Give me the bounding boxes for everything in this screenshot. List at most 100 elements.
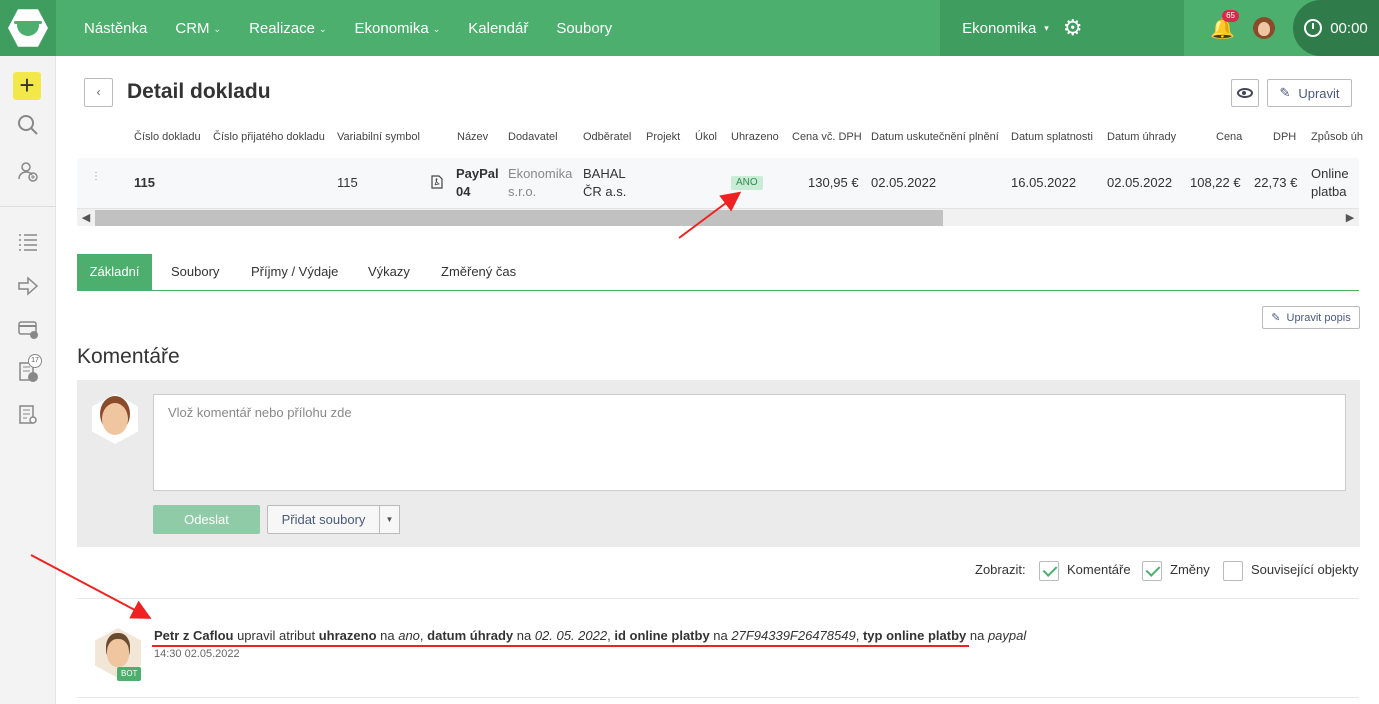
column-header[interactable]: Cena <box>1216 131 1242 143</box>
pencil-icon: ✎ <box>1271 312 1281 324</box>
column-header[interactable]: Projekt <box>646 131 680 143</box>
chevron-down-icon: ⌄ <box>432 23 441 34</box>
nav-item-nastenka[interactable]: Nástěnka <box>70 20 161 37</box>
cell-datum-splatnosti: 16.05.2022 <box>1011 175 1077 190</box>
pdf-icon[interactable] <box>431 175 443 192</box>
sidebar-count-badge: 17 <box>28 354 42 368</box>
comments-title: Komentáře <box>77 345 180 368</box>
column-header[interactable]: Odběratel <box>583 131 631 143</box>
column-header[interactable]: Datum úhrady <box>1107 131 1176 143</box>
column-header[interactable]: Cena vč. DPH <box>792 131 862 143</box>
column-header[interactable]: Variabilní symbol <box>337 131 420 143</box>
page-title: Detail dokladu <box>127 80 271 103</box>
tab-soubory[interactable]: Soubory <box>157 254 233 290</box>
cell-cena: 108,22 € <box>1190 175 1241 190</box>
comment-input[interactable]: Vlož komentář nebo přílohu zde <box>153 394 1346 491</box>
nav-item-kalendar[interactable]: Kalendář <box>454 20 542 37</box>
cell-odberatel-line1[interactable]: BAHAL <box>583 166 626 181</box>
column-header[interactable]: Datum uskutečnění plnění <box>871 131 999 143</box>
nav-item-ekonomika[interactable]: Ekonomika ⌄ <box>341 20 455 37</box>
tab-vykazy[interactable]: Výkazy <box>354 254 424 290</box>
user-avatar[interactable] <box>1253 17 1275 39</box>
add-files-dropdown-icon[interactable]: ▼ <box>379 505 400 534</box>
add-icon[interactable]: + <box>13 72 41 100</box>
pencil-icon: ✎ <box>1279 85 1291 100</box>
bot-badge: BOT <box>117 667 142 681</box>
task-list-icon[interactable] <box>16 231 40 255</box>
paid-status-badge: ANO <box>731 176 763 190</box>
cell-nazev-line1[interactable]: PayPal <box>456 166 499 181</box>
cell-nazev-line2[interactable]: 04 <box>456 184 470 199</box>
filter-label: Zobrazit: <box>975 562 1026 577</box>
row-menu-icon[interactable]: ⋮ <box>91 172 101 182</box>
notifications-bell[interactable]: 🔔 65 <box>1210 9 1239 41</box>
cell-odberatel-line2[interactable]: ČR a.s. <box>583 184 626 199</box>
app-logo[interactable] <box>0 0 56 56</box>
gear-icon[interactable]: ⚙ <box>1063 17 1083 39</box>
column-header[interactable]: Číslo dokladu <box>134 131 201 143</box>
cell-dodavatel-line2: s.r.o. <box>508 184 537 199</box>
sidebar-divider <box>0 206 56 207</box>
column-header[interactable]: Způsob úh <box>1311 131 1363 143</box>
column-header[interactable]: Uhrazeno <box>731 131 779 143</box>
checkbox-label-komentare[interactable]: Komentáře <box>1067 562 1131 577</box>
chevron-down-icon: ⌄ <box>213 23 222 34</box>
nav-item-realizace[interactable]: Realizace ⌄ <box>235 20 340 37</box>
divider <box>77 697 1359 698</box>
checkbox-label-zmeny[interactable]: Změny <box>1170 562 1210 577</box>
caret-down-icon: ▾ <box>1044 22 1049 33</box>
tab-zakladni[interactable]: Základní <box>77 254 152 290</box>
tab-prijmy-vydaje[interactable]: Příjmy / Výdaje <box>237 254 352 290</box>
search-icon[interactable] <box>16 114 40 138</box>
checkbox-souvisejici-objekty[interactable] <box>1223 561 1243 581</box>
edit-button[interactable]: ✎ Upravit <box>1267 79 1352 107</box>
timer-value: 00:00 <box>1330 19 1368 37</box>
activity-log-entry: Petr z Caflou upravil atribut uhrazeno n… <box>154 628 1027 643</box>
checkbox-label-souvisejici[interactable]: Související objekty <box>1251 562 1359 577</box>
cell-zpusob-line1: Online <box>1311 166 1349 181</box>
column-header[interactable]: Dodavatel <box>508 131 558 143</box>
horizontal-scrollbar[interactable]: ◀ ▶ <box>77 208 1359 226</box>
timer-button[interactable]: 00:00 <box>1293 0 1379 56</box>
nav-item-soubory[interactable]: Soubory <box>542 20 626 37</box>
add-user-icon[interactable] <box>16 160 40 184</box>
cell-dodavatel-line1: Ekonomika <box>508 166 573 181</box>
checkbox-zmeny[interactable] <box>1142 561 1162 581</box>
chevron-down-icon: ⌄ <box>318 23 327 34</box>
cell-datum-uhrady: 02.05.2022 <box>1107 175 1173 190</box>
arrow-right-icon[interactable] <box>16 275 40 299</box>
annotation-underline <box>152 645 969 647</box>
sidebar: + 17 <box>0 56 56 704</box>
column-header[interactable]: Číslo přijatého dokladu <box>213 131 325 143</box>
module-selector[interactable]: Ekonomika ▾ ⚙ <box>940 0 1185 56</box>
cell-duzp: 02.05.2022 <box>871 175 937 190</box>
stopwatch-icon <box>1304 19 1323 37</box>
main-nav: Nástěnka CRM ⌄ Realizace ⌄ Ekonomika ⌄ Kale… <box>70 0 626 56</box>
column-header[interactable]: Název <box>457 131 488 143</box>
back-button[interactable]: ‹ <box>84 78 113 107</box>
checkbox-komentare[interactable] <box>1039 561 1059 581</box>
cell-dph: 22,73 € <box>1254 175 1298 190</box>
cell-cena-vc-dph: 130,95 € <box>808 175 859 190</box>
column-header[interactable]: Úkol <box>695 131 717 143</box>
eye-icon <box>1237 88 1253 98</box>
tab-zmereny-cas[interactable]: Změřený čas <box>427 254 530 290</box>
top-bar: Nástěnka CRM ⌄ Realizace ⌄ Ekonomika ⌄ Kale… <box>0 0 1379 56</box>
column-header[interactable]: DPH <box>1273 131 1296 143</box>
scroll-left-icon[interactable]: ◀ <box>79 209 93 227</box>
document-search-icon[interactable] <box>16 404 40 428</box>
nav-item-crm[interactable]: CRM ⌄ <box>161 20 235 37</box>
module-label: Ekonomika <box>962 19 1037 37</box>
edit-description-button[interactable]: ✎ Upravit popis <box>1262 306 1360 329</box>
add-files-button[interactable]: Přidat soubory <box>267 505 380 534</box>
notification-count-badge: 65 <box>1222 9 1239 22</box>
log-author[interactable]: Petr z Caflou <box>154 628 233 643</box>
scroll-right-icon[interactable]: ▶ <box>1343 209 1357 227</box>
detail-tabs: Základní Soubory Příjmy / Výdaje Výkazy … <box>77 254 1359 291</box>
column-header[interactable]: Datum splatnosti <box>1011 131 1093 143</box>
scrollbar-thumb[interactable] <box>95 210 943 226</box>
send-button[interactable]: Odeslat <box>153 505 260 534</box>
divider <box>77 598 1359 599</box>
payment-card-icon[interactable] <box>16 318 40 342</box>
preview-button[interactable] <box>1231 79 1259 107</box>
